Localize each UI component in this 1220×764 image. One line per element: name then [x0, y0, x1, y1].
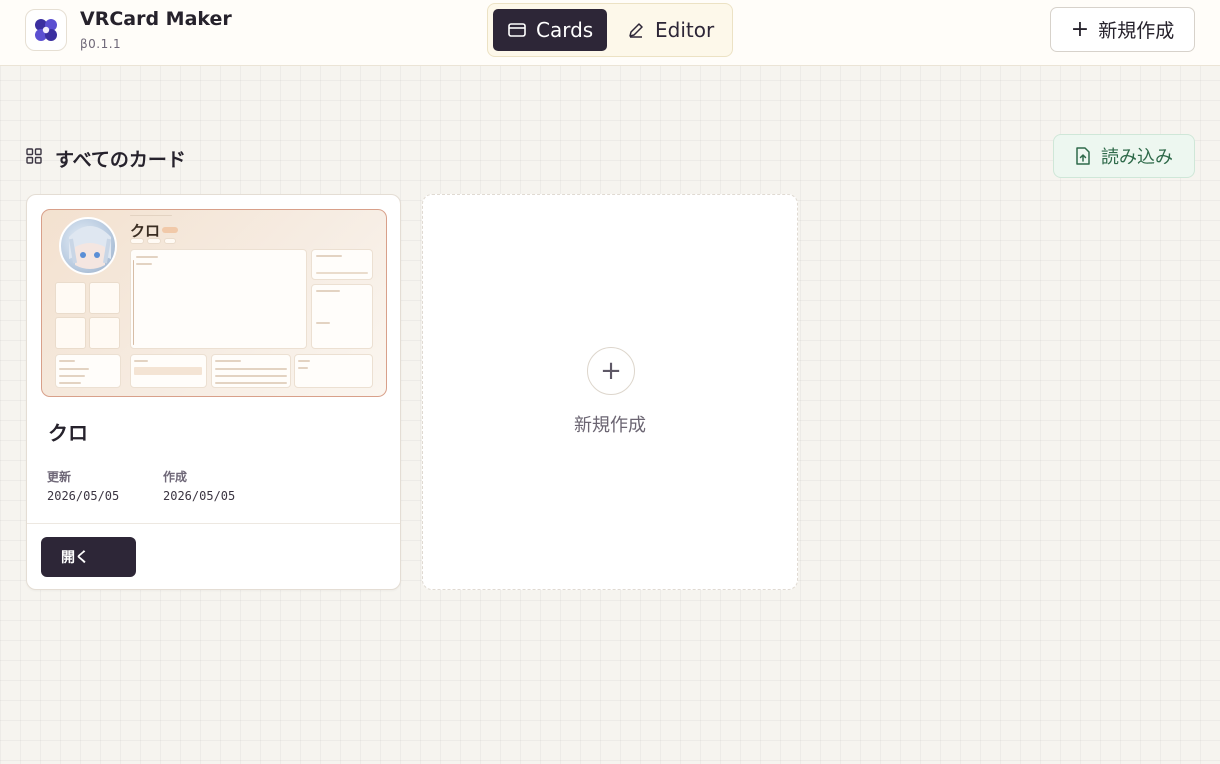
- card-item[interactable]: クロ クロ 更新 2026/05/05 作成 2026/05/05 開く: [26, 194, 401, 590]
- open-card-button[interactable]: 開く: [41, 537, 136, 577]
- updated-label: 更新: [47, 470, 72, 484]
- created-date: 2026/05/05: [163, 489, 236, 503]
- card-thumbnail: クロ: [41, 209, 387, 397]
- app-logo: [25, 9, 67, 51]
- new-card-tile[interactable]: + 新規作成: [422, 194, 798, 590]
- section-title: すべてのカード: [55, 149, 186, 171]
- app-header: VRCard Maker β0.1.1 Cards Editor + 新規作成: [0, 0, 1220, 66]
- add-icon: +: [587, 347, 635, 395]
- card-icon: [508, 23, 526, 37]
- app-version: β0.1.1: [80, 37, 122, 51]
- grid-icon: [26, 148, 42, 164]
- app-title: VRCard Maker: [80, 8, 232, 30]
- tab-editor[interactable]: Editor: [613, 9, 727, 51]
- created-label: 作成: [163, 470, 188, 484]
- tab-cards[interactable]: Cards: [493, 9, 607, 51]
- updated-date: 2026/05/05: [47, 489, 120, 503]
- new-card-button-label: 新規作成: [1098, 20, 1175, 42]
- card-divider: [27, 523, 400, 524]
- import-button-label: 読み込み: [1101, 147, 1173, 168]
- new-card-tile-label: 新規作成: [574, 415, 646, 436]
- file-upload-icon: [1076, 147, 1090, 165]
- plus-icon: +: [1070, 16, 1090, 42]
- new-card-button[interactable]: + 新規作成: [1050, 7, 1195, 52]
- thumbnail-avatar: [59, 217, 117, 275]
- tab-cards-label: Cards: [536, 18, 594, 42]
- pencil-icon: [629, 23, 643, 38]
- tab-editor-label: Editor: [655, 18, 715, 42]
- import-button[interactable]: 読み込み: [1053, 134, 1195, 178]
- card-title: クロ: [48, 421, 88, 445]
- view-switcher: Cards Editor: [487, 3, 733, 57]
- logo-icon: [35, 19, 57, 41]
